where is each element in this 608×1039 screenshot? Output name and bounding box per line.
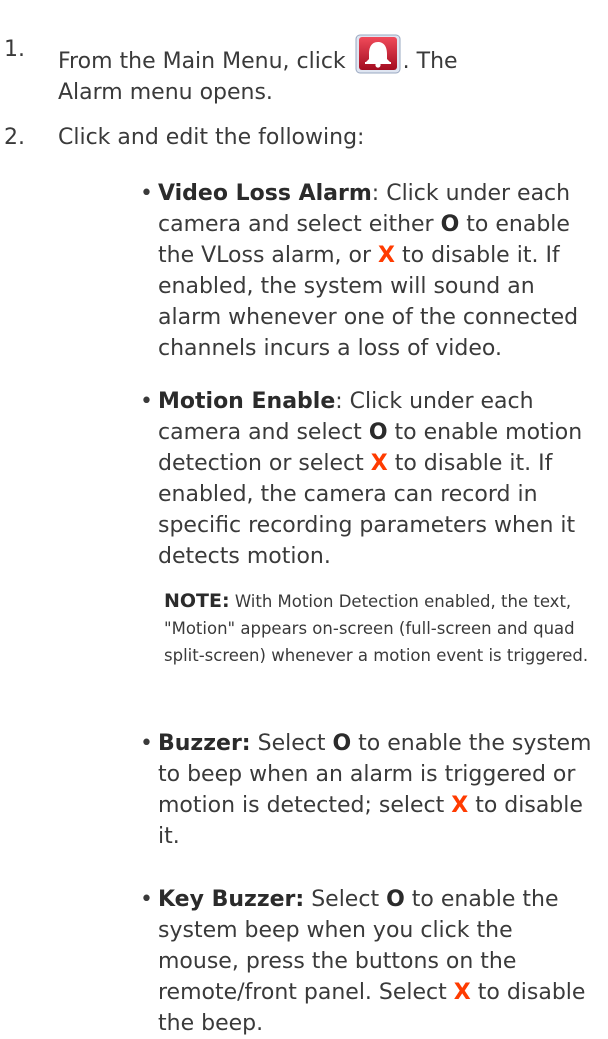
note-box: NOTE: With Motion Detection enabled, the… [164, 588, 594, 669]
alarm-bell-icon [355, 34, 401, 74]
term-video-loss-alarm: Video Loss Alarm [158, 181, 372, 206]
bullet-dot: • [140, 887, 153, 912]
bullet-dot: • [140, 731, 153, 756]
option-o: O [440, 212, 460, 237]
step-number: 2. [4, 125, 25, 150]
term-motion-enable: Motion Enable [158, 389, 336, 414]
option-x: X [451, 793, 469, 818]
option-o: O [386, 887, 405, 912]
note-label: NOTE: [164, 590, 230, 612]
manual-page: 1. From the Main Menu, click . The Alarm… [0, 0, 608, 1036]
option-o: O [332, 731, 352, 756]
step-number: 1. [4, 37, 25, 62]
term-key-buzzer: Key Buzzer: [158, 887, 305, 912]
term-buzzer: Buzzer: [158, 731, 251, 756]
bullet-video-loss-alarm: • Video Loss Alarm: Click under each cam… [140, 178, 595, 364]
bullet-text: Select [304, 887, 387, 912]
step-1-text-post: . The [402, 49, 458, 74]
bullet-dot: • [140, 389, 153, 414]
bullet-text: Select [250, 731, 333, 756]
bullet-buzzer: • Buzzer: Select O to enable the system … [140, 728, 595, 852]
step-1-text-line2: Alarm menu opens. [58, 80, 273, 105]
option-x: X [453, 980, 471, 1005]
step-2-text: Click and edit the following: [58, 125, 365, 150]
option-x: X [378, 243, 396, 268]
bullet-dot: • [140, 181, 153, 206]
option-o: O [368, 420, 388, 445]
bullet-motion-enable: • Motion Enable: Click under each camera… [140, 386, 595, 572]
option-x: X [370, 451, 388, 476]
step-1-text: From the Main Menu, click [58, 49, 346, 74]
